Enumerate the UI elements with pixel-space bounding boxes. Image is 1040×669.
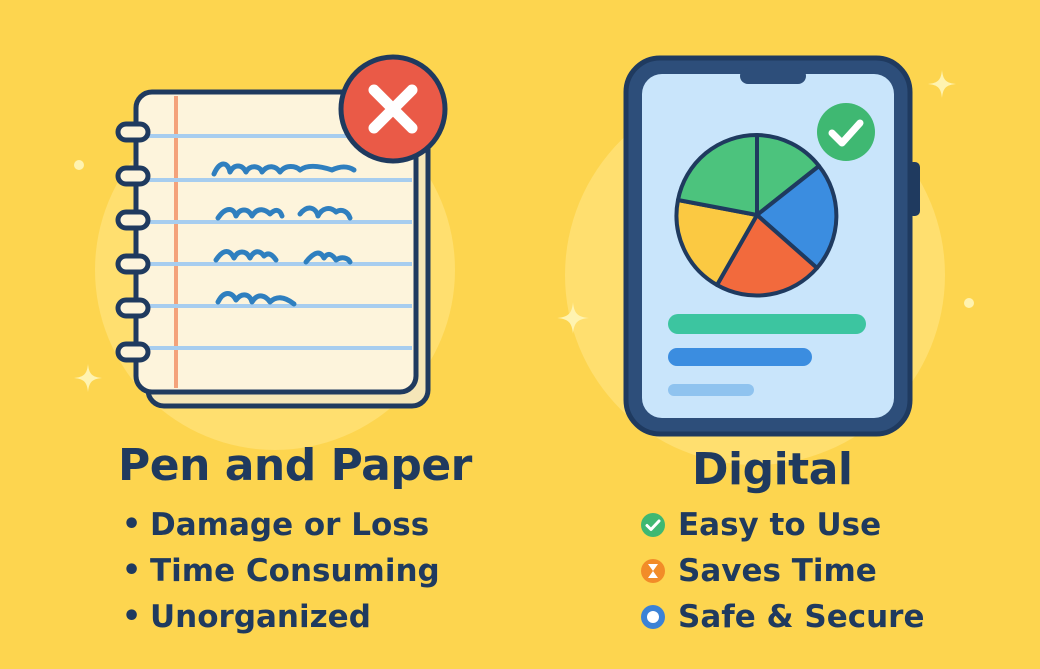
list-item-label: Easy to Use [678,507,882,543]
bullet-icon: • [122,553,142,588]
shield-icon [641,605,665,629]
sparkle-icon [928,70,956,98]
list-item-label: Saves Time [678,553,877,589]
list-item: • Damage or Loss [122,502,440,548]
check-icon [817,103,875,161]
sparkle-dot [74,160,84,170]
list-item: • Unorganized [122,594,440,640]
bullet-icon: • [122,599,142,634]
sparkle-icon [557,302,589,334]
list-item-label: Safe & Secure [678,599,925,635]
digital-title: Digital [692,444,853,495]
list-item: Safe & Secure [640,594,925,640]
list-item: Easy to Use [640,502,925,548]
bullet-icon: • [122,507,142,542]
sparkle-icon [74,364,102,392]
list-item-label: Time Consuming [150,553,440,589]
check-circle-icon [641,513,665,537]
list-item: Saves Time [640,548,925,594]
pen-and-paper-list: • Damage or Loss • Time Consuming • Unorgan… [122,502,440,640]
list-item-label: Unorganized [150,599,371,635]
sparkle-dot [964,298,974,308]
pen-and-paper-title: Pen and Paper [118,440,472,491]
comparison-illustration: Pen and Paper • Damage or Loss • Time Cons… [0,0,1040,669]
hourglass-icon [641,559,665,583]
list-item: • Time Consuming [122,548,440,594]
list-item-label: Damage or Loss [150,507,430,543]
x-icon [338,54,448,164]
digital-list: Easy to Use Saves Time Safe & Secure [640,502,925,640]
